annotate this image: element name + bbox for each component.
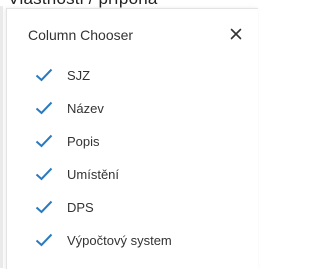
background-edge bbox=[0, 6, 3, 268]
column-option-label: Výpočtový system bbox=[67, 233, 172, 248]
column-option-sjz[interactable]: SJZ bbox=[35, 65, 245, 87]
checkmark-icon[interactable] bbox=[35, 232, 53, 248]
column-option-label: SJZ bbox=[67, 68, 91, 83]
column-option-dps[interactable]: DPS bbox=[35, 197, 245, 219]
column-option-popis[interactable]: Popis bbox=[35, 131, 245, 153]
checkmark-icon[interactable] bbox=[35, 67, 53, 83]
checkmark-icon[interactable] bbox=[35, 100, 53, 116]
column-option-label: Umístění bbox=[67, 167, 120, 182]
checkmark-icon[interactable] bbox=[35, 166, 53, 182]
column-option-label: DPS bbox=[67, 200, 94, 215]
column-option-vypoctovy-system[interactable]: Výpočtový system bbox=[35, 230, 245, 252]
column-chooser-dialog: Column Chooser SJZ Název Popis Umístění bbox=[6, 8, 258, 269]
column-option-nazev[interactable]: Název bbox=[35, 98, 245, 120]
column-option-label: Název bbox=[67, 101, 104, 116]
column-option-umisteni[interactable]: Umístění bbox=[35, 164, 245, 186]
checkmark-icon[interactable] bbox=[35, 199, 53, 215]
close-icon[interactable] bbox=[228, 26, 244, 42]
checkmark-icon[interactable] bbox=[35, 133, 53, 149]
column-option-label: Popis bbox=[67, 134, 100, 149]
dialog-title: Column Chooser bbox=[28, 27, 134, 43]
